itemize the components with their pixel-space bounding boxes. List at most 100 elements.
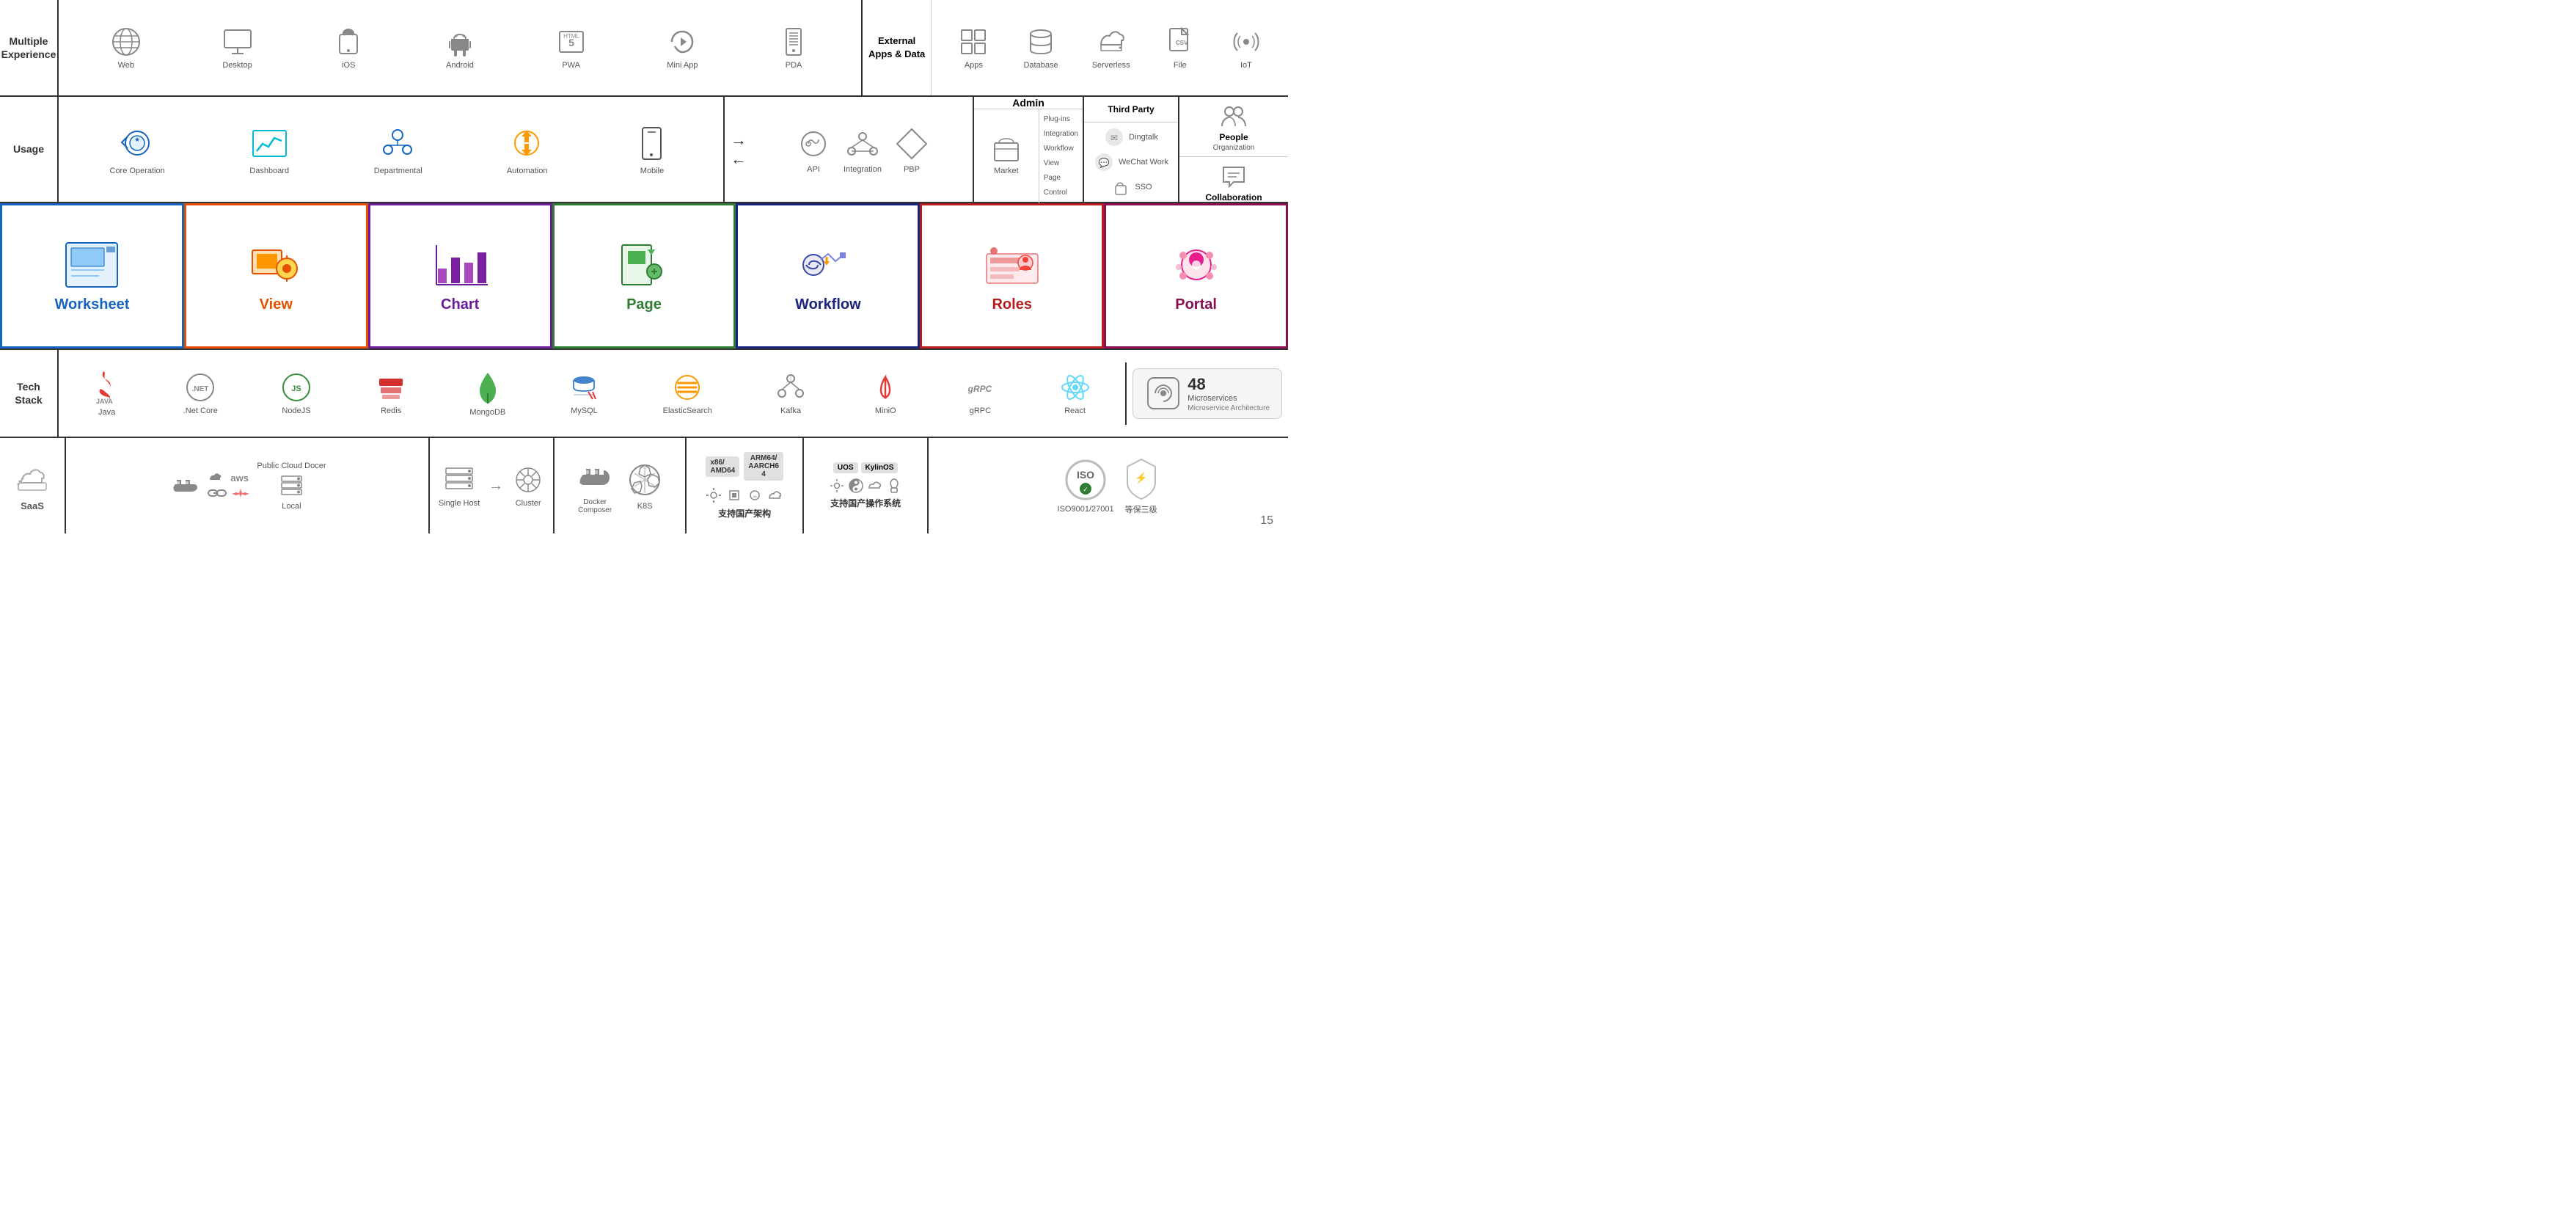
usage-arrows: → ← (725, 131, 753, 169)
dengbao-item: ⚡ 等保三级 (1123, 456, 1160, 515)
page-label: Page (626, 296, 662, 313)
domestic-os-label: 支持国产操作系统 (830, 497, 901, 509)
worksheet-icon (62, 239, 121, 291)
ios-icon (332, 26, 365, 58)
mini-app-label: Mini App (667, 61, 698, 70)
svg-text:∞: ∞ (753, 495, 757, 500)
svg-text:CSV: CSV (1176, 40, 1188, 46)
pbp-item: PBP (893, 125, 930, 174)
mobile-icon (632, 123, 672, 164)
collaboration-icon (1219, 161, 1248, 191)
pda-icon-item: PDA (777, 26, 810, 70)
cloud-icon-small (207, 471, 227, 484)
microservice-number: 48 (1188, 375, 1270, 394)
page-number: 15 (1260, 514, 1273, 528)
page-card: Page (552, 203, 736, 349)
gear-icon-1 (705, 486, 722, 504)
sso-label: SSO (1135, 183, 1152, 192)
view-icon (246, 239, 305, 291)
svg-text:ISO: ISO (1077, 469, 1094, 481)
nodejs-item: JS NodeJS (280, 371, 312, 415)
iso-label: ISO9001/27001 (1058, 505, 1114, 514)
microservice-label: Microservices (1188, 394, 1270, 403)
api-item: API (795, 125, 832, 174)
svg-text:gRPC: gRPC (967, 384, 992, 394)
elasticsearch-item: ElasticSearch (663, 371, 712, 415)
iso-circle: ISO ✓ (1064, 458, 1108, 502)
serverless-icon (1095, 26, 1127, 58)
os-brands-top: UOS KylinOS (833, 462, 899, 473)
dengbao-icon: ⚡ (1123, 456, 1160, 500)
view-label: View (260, 296, 293, 313)
core-operation-item: ★ Core Operation (110, 123, 165, 175)
k8s-item: K8S (626, 461, 664, 511)
svg-text:HTML: HTML (563, 33, 579, 40)
apps-label: Apps (965, 61, 983, 70)
java-label: Java (98, 408, 115, 417)
usage-label: Usage (0, 97, 59, 202)
desktop-icon (222, 26, 254, 58)
k8s-label: K8S (637, 502, 653, 511)
dashboard-icon (249, 123, 290, 164)
minio-label: MiniO (875, 406, 896, 415)
uos-badge: UOS (833, 462, 858, 473)
docker-composer-icon (576, 457, 614, 495)
tech-stack-row: TechStack JAVA Java .NET .Net Core (0, 350, 1288, 438)
yin-yang-icon (848, 478, 864, 494)
sso-icon (1110, 177, 1130, 197)
integration-icon (844, 125, 881, 162)
people-collab-panel: People Organization Collaboration (1178, 97, 1288, 202)
react-label: React (1064, 406, 1086, 415)
departmental-item: Departmental (374, 123, 422, 175)
tech-icons: JAVA Java .NET .Net Core JS NodeJS (59, 364, 1125, 423)
market-section: Market (974, 109, 1039, 203)
database-icon-item: Database (1023, 26, 1058, 70)
dashboard-item: Dashboard (249, 123, 290, 175)
pbp-label: PBP (904, 165, 920, 174)
domestic-arch-label: 支持国产架构 (718, 507, 771, 519)
automation-icon (507, 123, 547, 164)
portal-card: Portal (1104, 203, 1288, 349)
cloud-link-icon (207, 487, 227, 500)
features-row: Worksheet View Chart (0, 203, 1288, 350)
svg-text:✓: ✓ (1083, 486, 1088, 493)
minio-item: MiniO (869, 371, 901, 415)
mobile-label: Mobile (640, 167, 664, 175)
usage-right-icons: API Integration (753, 120, 973, 180)
pwa-label: PWA (562, 61, 580, 70)
cluster-icon (512, 464, 544, 496)
svg-text:⚡: ⚡ (1135, 472, 1147, 484)
iso-item: ISO ✓ ISO9001/27001 (1058, 458, 1114, 514)
server-icon (279, 473, 304, 499)
automation-item: Automation (507, 123, 548, 175)
huawei-icon (230, 487, 251, 500)
web-label: Web (118, 61, 134, 70)
people-icon (1219, 101, 1248, 131)
docker-composer-label: DockerComposer (578, 498, 612, 514)
redis-item: Redis (375, 371, 407, 415)
x86-badge: x86/AMD64 (706, 456, 739, 477)
roles-card: Roles (920, 203, 1104, 349)
people-label: People (1219, 132, 1248, 142)
grpc-item: gRPC gRPC (964, 371, 996, 415)
roles-icon (983, 239, 1042, 291)
mysql-icon (568, 371, 600, 404)
workflow-card: Workflow (736, 203, 920, 349)
elasticsearch-icon (671, 371, 703, 404)
docker-composer-item: DockerComposer (576, 457, 614, 514)
mongodb-item: MongoDB (469, 370, 505, 417)
wechat-work-item: 💬 WeChat Work (1094, 152, 1168, 172)
third-party-panel: Third Party ✉ Dingtalk 💬 W (1083, 97, 1178, 202)
usage-right-section: → ← API (723, 97, 973, 202)
admin-label: Admin (1012, 97, 1044, 109)
android-icon-item: Android (444, 26, 476, 70)
arch-badges: x86/AMD64 ARM64/AARCH64 (706, 452, 783, 481)
java-icon: JAVA (93, 370, 121, 405)
wechat-work-label: WeChat Work (1119, 158, 1168, 167)
pda-label: PDA (786, 61, 802, 70)
dashboard-label: Dashboard (249, 167, 289, 175)
tech-stack-label: TechStack (0, 350, 59, 437)
org-label: Organization (1213, 144, 1255, 152)
k8s-icon (626, 461, 664, 499)
web-icon-item: Web (110, 26, 142, 70)
